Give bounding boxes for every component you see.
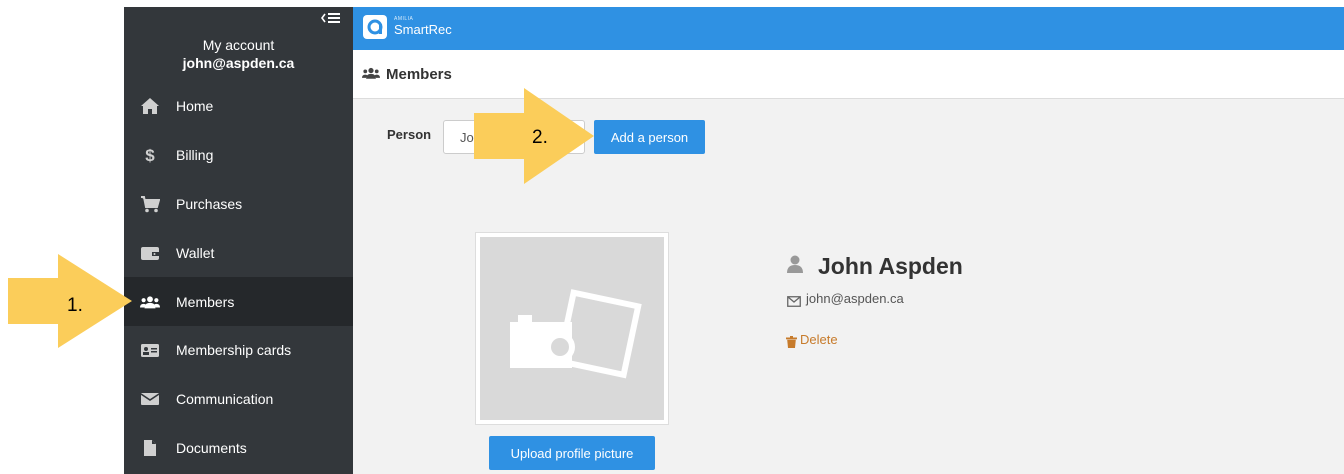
profile-picture-area xyxy=(480,237,664,420)
sidebar-item-label: Documents xyxy=(176,439,247,456)
sidebar-item-label: Home xyxy=(176,98,214,115)
collapse-menu-icon[interactable] xyxy=(321,11,341,25)
add-person-button[interactable]: Add a person xyxy=(594,120,705,154)
user-icon xyxy=(786,254,804,279)
sidebar-item-wallet[interactable]: Wallet xyxy=(124,228,353,277)
trash-icon[interactable] xyxy=(786,335,797,353)
annotation-step-1: 1. xyxy=(67,295,83,316)
sidebar-item-documents[interactable]: Documents xyxy=(124,424,353,473)
account-email: john@aspden.ca xyxy=(182,55,295,71)
delete-link[interactable]: Delete xyxy=(800,332,838,347)
dollar-icon: $ xyxy=(140,145,160,165)
screenshot: My account john@aspden.ca Home $ Billing xyxy=(0,0,1344,474)
id-card-icon xyxy=(140,340,160,360)
sidebar-item-label: Purchases xyxy=(176,195,243,212)
sidebar-item-membership-cards[interactable]: Membership cards xyxy=(124,326,353,375)
upload-profile-picture-button[interactable]: Upload profile picture xyxy=(489,436,655,470)
cart-icon xyxy=(140,194,160,214)
home-icon xyxy=(140,96,160,116)
svg-text:$: $ xyxy=(145,146,155,164)
sidebar-item-purchases[interactable]: Purchases xyxy=(124,180,353,229)
person-label: Person xyxy=(387,127,432,142)
sidebar-item-home[interactable]: Home xyxy=(124,82,353,131)
top-bar: AMILIA SmartRec xyxy=(353,7,1344,50)
profile-email: john@aspden.ca xyxy=(806,291,904,306)
account-block: My account john@aspden.ca xyxy=(124,36,353,72)
sidebar-item-label: Membership cards xyxy=(176,342,292,359)
sidebar-item-label: Billing xyxy=(176,147,214,164)
users-icon xyxy=(362,66,380,85)
annotation-step-2: 2. xyxy=(532,127,548,148)
app-logo-icon[interactable] xyxy=(363,15,387,39)
page-title: Members xyxy=(386,66,452,83)
sidebar-item-members[interactable]: Members xyxy=(124,277,353,326)
file-icon xyxy=(140,438,160,458)
camera-photo-icon xyxy=(510,289,642,379)
wallet-icon xyxy=(140,243,160,263)
profile-picture-placeholder xyxy=(475,232,669,425)
sidebar: My account john@aspden.ca Home $ Billing xyxy=(124,7,353,474)
users-icon xyxy=(140,292,160,312)
sidebar-item-billing[interactable]: $ Billing xyxy=(124,131,353,180)
envelope-icon xyxy=(787,294,801,312)
account-title: My account xyxy=(202,37,275,53)
logo-text: SmartRec xyxy=(394,22,452,37)
sidebar-item-label: Members xyxy=(176,293,235,310)
sidebar-item-label: Communication xyxy=(176,391,274,408)
sidebar-nav: Home $ Billing Purchases Wallet Members … xyxy=(124,82,353,472)
envelope-icon xyxy=(140,389,160,409)
profile-name: John Aspden xyxy=(818,253,963,279)
sidebar-item-label: Wallet xyxy=(176,244,215,261)
sidebar-item-communication[interactable]: Communication xyxy=(124,375,353,424)
